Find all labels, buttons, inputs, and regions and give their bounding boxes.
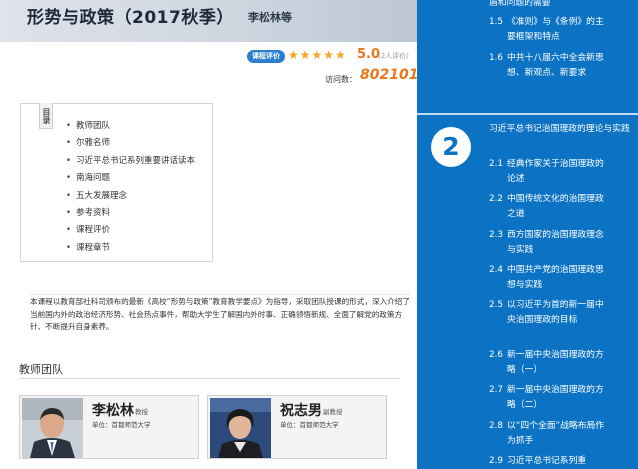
chapter-item-number: 1.6 bbox=[489, 53, 503, 63]
teacher-title: 教授 bbox=[135, 408, 148, 416]
chapter-item[interactable]: 2.3 西方国家的治国理政理念与实践 bbox=[489, 228, 634, 258]
chapter-item[interactable]: 2.7 新一届中央治国理政的方略（二） bbox=[489, 383, 634, 413]
course-author: 李松林等 bbox=[248, 11, 292, 24]
visits-label: 访问数： bbox=[325, 75, 357, 84]
avatar bbox=[210, 398, 271, 458]
chapter-item-text: 习近平总书记系列重 bbox=[507, 456, 587, 466]
toc-item-famous-teachers[interactable]: 尔雅名师 bbox=[66, 135, 195, 152]
course-description: 本课程以教育部社科司颁布的最新《高校“形势与政策”教育教学要点》为指导，采取团队… bbox=[30, 294, 410, 334]
teacher-card[interactable]: 祝志男 副教授 单位：首都师范大学 bbox=[207, 395, 387, 459]
table-of-contents: 目录 教师团队 尔雅名师 习近平总书记系列重要讲话读本 南海问题 五大发展理念 … bbox=[20, 103, 213, 262]
chapter-item-number: 2.1 bbox=[489, 159, 503, 169]
toc-item-course-chapters[interactable]: 课程章节 bbox=[66, 240, 195, 257]
toc-item-development-concepts[interactable]: 五大发展理念 bbox=[66, 188, 195, 205]
chapter-sidebar: 盾和问题的需要 1.5 《准则》与《条例》的主要框架和特点 1.6 中共十八届六… bbox=[417, 0, 638, 469]
teacher-title: 副教授 bbox=[323, 408, 343, 416]
star-rating-icon: ★★★★★ bbox=[288, 48, 347, 62]
rating-row: 课程评价 ★★★★★ 5.0 (2人评价) bbox=[247, 47, 417, 64]
chapter-item-text: 《准则》与《条例》的主要框架和特点 bbox=[507, 17, 604, 42]
chapter-item-text: 以“四个全面”战略布局作为抓手 bbox=[507, 421, 605, 446]
rating-count: (2人评价) bbox=[378, 52, 409, 60]
chapter-item[interactable]: 2.5 以习近平为首的新一届中央治国理政的目标 bbox=[489, 298, 634, 343]
toc-item-teacher-team[interactable]: 教师团队 bbox=[66, 118, 195, 135]
course-title: 形势与政策（2017秋季） bbox=[27, 8, 234, 28]
chapter-title[interactable]: 习近平总书记治国理政的理论与实践 bbox=[489, 122, 634, 137]
chapter-item[interactable]: 2.2 中国传统文化的治国理政之道 bbox=[489, 192, 634, 222]
chapter-item-number: 2.4 bbox=[489, 265, 503, 275]
toc-list: 教师团队 尔雅名师 习近平总书记系列重要讲话读本 南海问题 五大发展理念 参考资… bbox=[66, 118, 195, 257]
chapter-item-text: 中共十八届六中全会新思想、新观点、新要求 bbox=[507, 53, 604, 78]
teacher-name: 祝志男 bbox=[280, 403, 322, 419]
teacher-unit: 单位：首都师范大学 bbox=[92, 421, 151, 429]
chapter-item[interactable]: 2.1 经典作家关于治国理政的论述 bbox=[489, 157, 634, 187]
chapter-item[interactable]: 2.6 新一届中央治国理政的方略（一） bbox=[489, 348, 634, 378]
toc-item-course-review[interactable]: 课程评价 bbox=[66, 222, 195, 239]
teacher-name: 李松林 bbox=[92, 403, 134, 419]
chapter-item[interactable]: 2.9 习近平总书记系列重 bbox=[489, 454, 634, 469]
toc-item-south-china-sea[interactable]: 南海问题 bbox=[66, 170, 195, 187]
chapter-item-number: 2.5 bbox=[489, 300, 503, 310]
toc-item-speech-reader[interactable]: 习近平总书记系列重要讲话读本 bbox=[66, 153, 195, 170]
visits-value: 802101 bbox=[360, 67, 417, 83]
rating-score: 5.0 bbox=[357, 47, 381, 62]
chapter-item-text: 中国传统文化的治国理政之道 bbox=[507, 194, 604, 219]
teacher-unit: 单位：首都师范大学 bbox=[280, 421, 339, 429]
chapter-item[interactable]: 2.8 以“四个全面”战略布局作为抓手 bbox=[489, 419, 634, 449]
chapter-item[interactable]: 1.5 《准则》与《条例》的主要框架和特点 bbox=[489, 15, 634, 45]
chapter-item-number: 2.3 bbox=[489, 230, 503, 240]
course-header: 形势与政策（2017秋季） 李松林等 bbox=[0, 0, 417, 42]
chapter-item-number: 2.7 bbox=[489, 385, 503, 395]
chapter-item-text: 经典作家关于治国理政的论述 bbox=[507, 159, 604, 184]
chapter-item-number: 2.8 bbox=[489, 421, 503, 431]
chapter-divider bbox=[417, 113, 638, 115]
avatar bbox=[22, 398, 83, 458]
chapter-item-text: 新一届中央治国理政的方略（一） bbox=[507, 350, 604, 375]
toc-tab-label: 目录 bbox=[39, 103, 53, 129]
chapter-number-badge: 2 bbox=[431, 127, 471, 167]
chapter-item-text: 中国共产党的治国理政思想与实践 bbox=[507, 265, 604, 290]
chapter-item-number: 2.9 bbox=[489, 456, 503, 466]
chapter-item-number: 1.5 bbox=[489, 17, 503, 27]
chapter-item-text: 新一届中央治国理政的方略（二） bbox=[507, 385, 604, 410]
teacher-card[interactable]: 李松林 教授 单位：首都师范大学 bbox=[19, 395, 199, 459]
chapter-item-text: 西方国家的治国理政理念与实践 bbox=[507, 230, 604, 255]
chapter-item[interactable]: 2.4 中国共产党的治国理政思想与实践 bbox=[489, 263, 634, 293]
teachers-section-title: 教师团队 bbox=[19, 363, 63, 376]
chapter-item[interactable]: 1.6 中共十八届六中全会新思想、新观点、新要求 bbox=[489, 51, 634, 96]
chapter-item-number: 2.6 bbox=[489, 350, 503, 360]
chapter-item-partial[interactable]: 盾和问题的需要 bbox=[489, 0, 551, 11]
toc-item-references[interactable]: 参考资料 bbox=[66, 205, 195, 222]
chapter-item-number: 2.2 bbox=[489, 194, 503, 204]
chapter-item-text: 以习近平为首的新一届中央治国理政的目标 bbox=[507, 300, 604, 325]
rating-badge[interactable]: 课程评价 bbox=[247, 50, 285, 63]
course-main-panel: 形势与政策（2017秋季） 李松林等 课程评价 ★★★★★ 5.0 (2人评价)… bbox=[0, 0, 417, 469]
section-divider bbox=[19, 378, 400, 379]
